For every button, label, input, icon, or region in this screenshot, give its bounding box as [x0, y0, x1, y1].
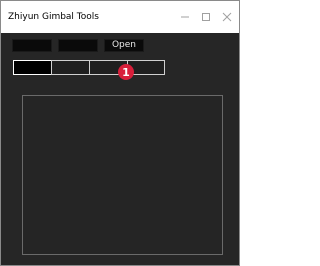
port-select-field[interactable]	[58, 39, 98, 52]
open-button[interactable]: Open	[104, 39, 144, 52]
annotation-marker: 1	[118, 64, 134, 80]
close-icon	[222, 12, 232, 22]
content-panel	[22, 95, 223, 255]
minimize-button[interactable]	[177, 9, 193, 25]
title-bar[interactable]: Zhiyun Gimbal Tools	[1, 1, 239, 33]
app-window: Zhiyun Gimbal Tools Open 1	[0, 0, 240, 266]
device-select-field[interactable]	[12, 39, 52, 52]
maximize-icon	[202, 13, 210, 21]
maximize-button[interactable]	[198, 9, 214, 25]
annotation-marker-number: 1	[122, 66, 130, 79]
tab-2[interactable]	[51, 60, 90, 75]
window-title: Zhiyun Gimbal Tools	[8, 12, 99, 22]
main-content: Open 1	[1, 33, 239, 265]
minimize-icon	[181, 16, 189, 18]
close-button[interactable]	[219, 9, 235, 25]
tab-bar	[13, 60, 165, 75]
tab-1[interactable]	[13, 60, 52, 75]
